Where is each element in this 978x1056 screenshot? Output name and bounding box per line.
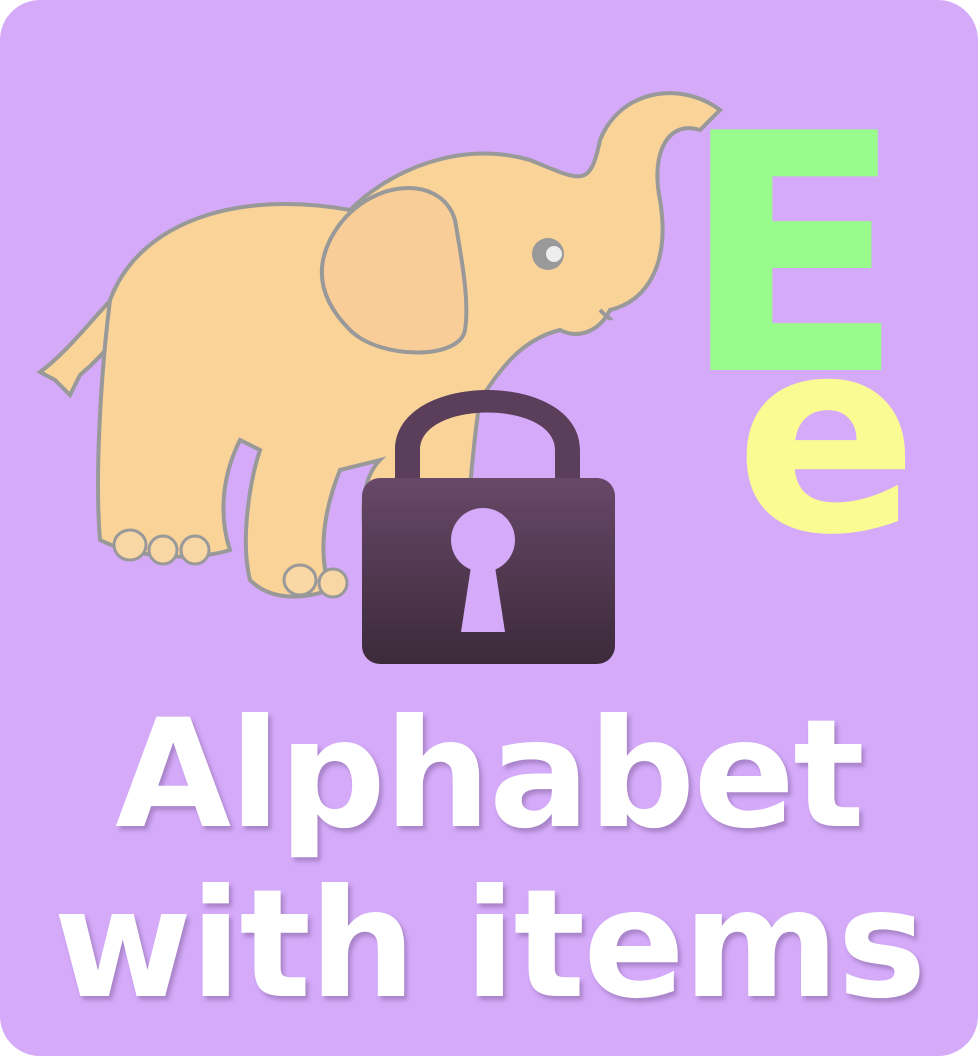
lowercase-letter-icon: e	[735, 279, 918, 594]
alphabet-with-items-tile[interactable]: E e Alphabet with items	[0, 0, 978, 1056]
tile-artwork: E e	[36, 64, 918, 664]
svg-text:e: e	[735, 279, 918, 594]
lock-icon	[362, 390, 615, 664]
tile-title-line-2: with items	[53, 858, 926, 1032]
tile-title-line-1: Alphabet	[115, 688, 865, 862]
